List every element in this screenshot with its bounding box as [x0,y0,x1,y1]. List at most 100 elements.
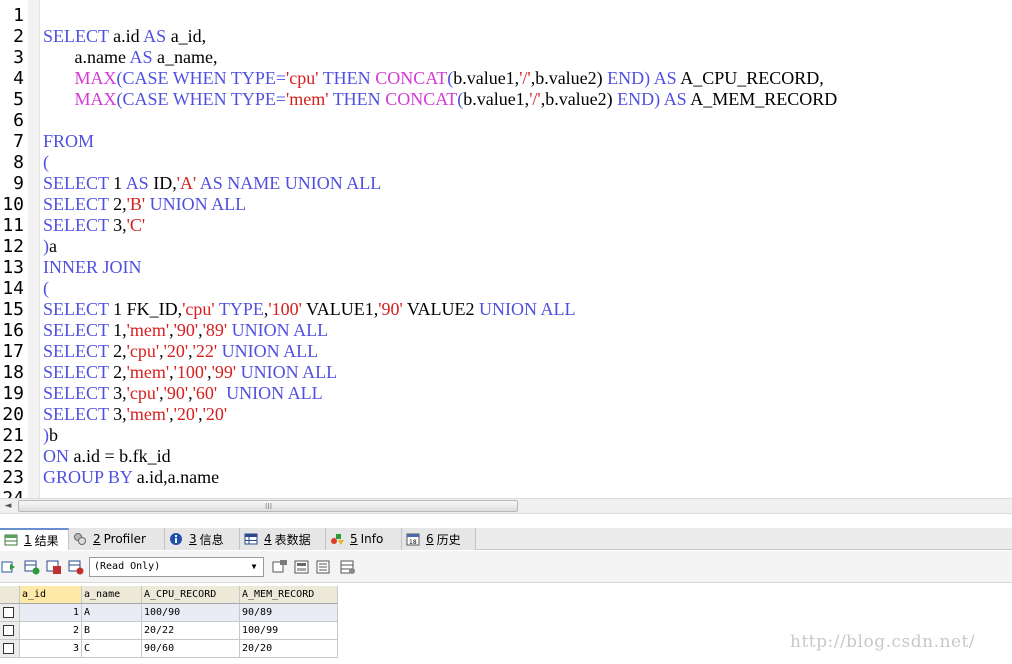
code-token: INNER JOIN [43,257,142,277]
code-token: 2, [108,194,127,214]
code-line[interactable]: SELECT 1,'mem','90','89' UNION ALL [43,320,328,341]
row-select-cell[interactable] [0,640,20,658]
chevron-down-icon: ▼ [251,562,257,571]
grid-mode-select[interactable]: (Read Only) ▼ [89,557,264,577]
column-header[interactable]: A_MEM_RECORD [240,586,338,604]
code-token: AS [653,68,677,88]
line-number: 15 [2,299,24,320]
tab-label: 表数据 [274,532,311,547]
code-token: END) [617,89,661,109]
row-select-cell[interactable] [0,604,20,622]
line-number: 9 [13,173,24,194]
code-token: ID, [148,173,177,193]
code-line[interactable]: SELECT 3,'C' [43,215,145,236]
grid-cell[interactable]: 100/90 [142,604,240,622]
grid-cell[interactable]: B [82,622,142,640]
tab-messages[interactable]: 3 信息 [165,528,240,550]
code-line[interactable]: MAX(CASE WHEN TYPE='mem' THEN CONCAT(b.v… [43,89,838,110]
text-view-icon[interactable] [316,559,332,575]
calendar-icon: 18 [406,532,420,546]
scroll-left-arrow-icon[interactable]: ◄ [0,499,16,513]
horizontal-scrollbar[interactable]: ◄ III [0,498,1012,514]
code-line[interactable]: )a [43,236,57,257]
code-token: '90' [163,383,189,403]
code-line[interactable]: SELECT 3,'cpu','90','60' UNION ALL [43,383,323,404]
tab-number: 6 [426,532,434,546]
scrollbar-thumb[interactable]: III [18,500,518,512]
tab-profiler[interactable]: 2 Profiler [69,528,165,550]
code-line[interactable]: SELECT 1 FK_ID,'cpu' TYPE,'100' VALUE1,'… [43,299,576,320]
code-line[interactable]: INNER JOIN [43,257,142,278]
grid-corner[interactable] [0,586,20,604]
delete-row-icon[interactable] [68,559,84,575]
tab-results[interactable]: 1 结果 [0,528,69,550]
line-number: 22 [2,446,24,467]
row-checkbox[interactable] [3,607,14,618]
code-token: 2, [108,362,127,382]
result-grid[interactable]: a_id a_name A_CPU_RECORD A_MEM_RECORD 1 A 100/… [0,586,338,658]
code-line[interactable]: SELECT 3,'mem','20','20' [43,404,227,425]
code-token: a.name [43,47,130,67]
code-line[interactable]: ( [43,278,49,299]
info-circle-icon [169,532,183,546]
code-token: UNION ALL [149,194,247,214]
code-token: SELECT [43,215,109,235]
grid-cell[interactable]: 20/22 [142,622,240,640]
code-token: b.value1, [453,68,520,88]
code-area[interactable]: SELECT a.id AS a_id, a.name AS a_name, M… [43,0,1012,498]
code-token: 'B' [126,194,146,214]
row-select-cell[interactable] [0,622,20,640]
line-number: 14 [2,278,24,299]
tab-table-data[interactable]: 4 表数据 [240,528,326,550]
pane-splitter[interactable] [0,514,1012,528]
code-line[interactable]: SELECT 2,'mem','100','99' UNION ALL [43,362,337,383]
line-number: 16 [2,320,24,341]
code-line[interactable]: SELECT a.id AS a_id, [43,26,206,47]
save-grid-icon[interactable] [46,559,62,575]
code-line[interactable]: MAX(CASE WHEN TYPE='cpu' THEN CONCAT(b.v… [43,68,824,89]
grid-cell[interactable]: 2 [20,622,82,640]
refresh-grid-icon[interactable] [272,559,288,575]
tab-history[interactable]: 18 6 历史 [402,528,476,550]
code-line[interactable]: FROM [43,131,94,152]
column-header[interactable]: a_name [82,586,142,604]
code-token: '/' [529,89,541,109]
row-checkbox[interactable] [3,643,14,654]
line-number: 4 [13,68,24,89]
export-icon[interactable] [0,559,16,575]
grid-cell[interactable]: A [82,604,142,622]
line-number: 13 [2,257,24,278]
code-token: '100' [173,362,208,382]
code-token: 'mem' [286,89,329,109]
code-line[interactable]: ( [43,152,49,173]
code-line[interactable]: GROUP BY a.id,a.name [43,467,219,488]
column-header[interactable]: a_id [20,586,82,604]
line-number: 12 [2,236,24,257]
grid-cell[interactable]: 100/99 [240,622,338,640]
line-number: 23 [2,467,24,488]
code-line[interactable]: SELECT 2,'B' UNION ALL [43,194,246,215]
grid-cell[interactable]: 1 [20,604,82,622]
sql-editor[interactable]: 123456789101112131415161718192021222324 … [0,0,1012,498]
code-line[interactable]: SELECT 1 AS ID,'A' AS NAME UNION ALL [43,173,381,194]
line-number: 11 [2,215,24,236]
grid-cell[interactable]: C [82,640,142,658]
add-row-icon[interactable] [24,559,40,575]
code-token: '90' [378,299,403,319]
code-line[interactable]: SELECT 2,'cpu','20','22' UNION ALL [43,341,318,362]
code-line[interactable]: ON a.id = b.fk_id [43,446,171,467]
grid-view-icon[interactable] [340,559,356,575]
grid-cell[interactable]: 20/20 [240,640,338,658]
code-line[interactable]: a.name AS a_name, [43,47,218,68]
code-token: SELECT [43,320,109,340]
grid-cell[interactable]: 90/89 [240,604,338,622]
row-checkbox[interactable] [3,625,14,636]
code-line[interactable]: )b [43,425,58,446]
grid-cell[interactable]: 90/60 [142,640,240,658]
tab-info[interactable]: 5 Info [326,528,402,550]
grid-cell[interactable]: 3 [20,640,82,658]
form-view-icon[interactable] [294,559,310,575]
code-token: SELECT [43,299,109,319]
column-header[interactable]: A_CPU_RECORD [142,586,240,604]
